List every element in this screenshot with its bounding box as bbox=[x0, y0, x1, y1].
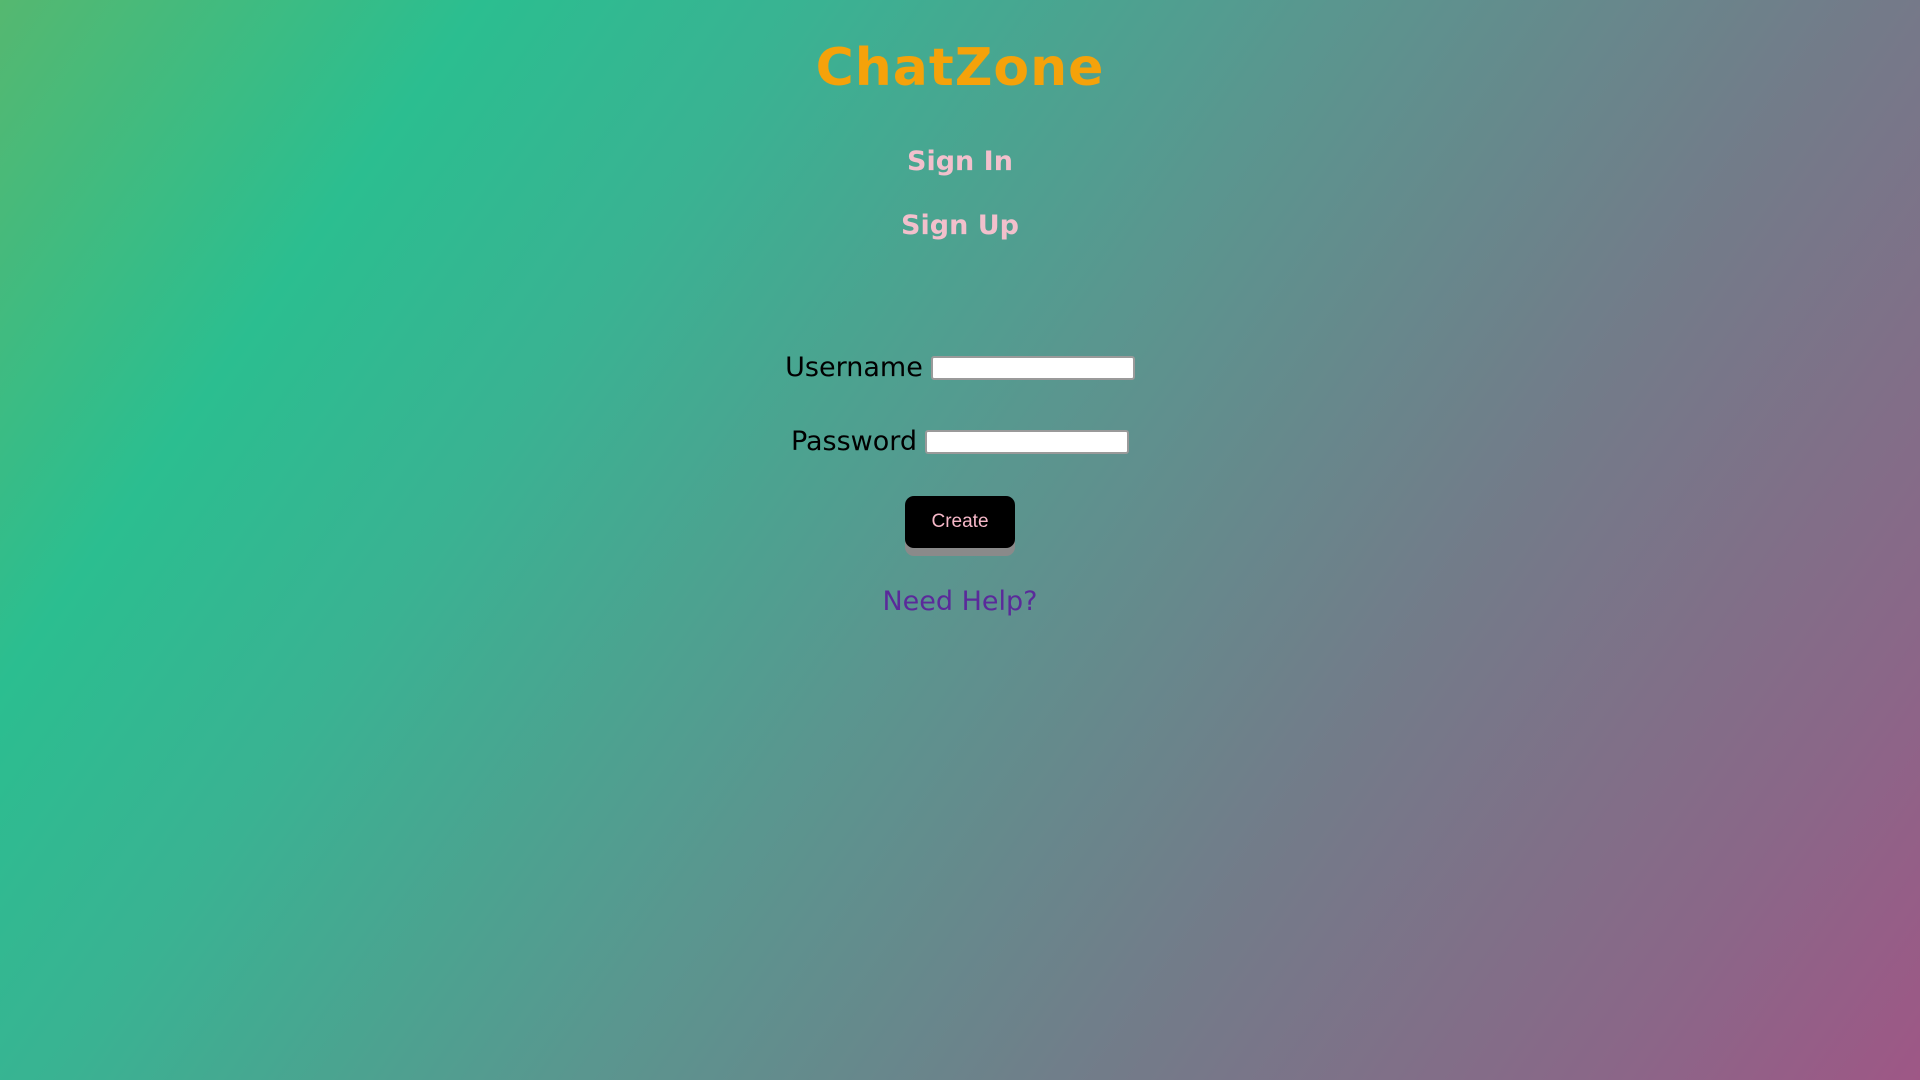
login-page: ChatZone Sign In Sign Up Username Passwo… bbox=[0, 0, 1920, 1080]
app-title: ChatZone bbox=[815, 38, 1105, 98]
need-help-link[interactable]: Need Help? bbox=[0, 586, 1920, 617]
username-row: Username bbox=[0, 352, 1920, 383]
create-button[interactable]: Create bbox=[905, 496, 1015, 548]
username-label: Username bbox=[785, 352, 923, 383]
sign-up-link[interactable]: Sign Up bbox=[0, 210, 1920, 241]
password-input[interactable] bbox=[925, 429, 1130, 454]
password-row: Password bbox=[0, 426, 1920, 457]
sign-in-link[interactable]: Sign In bbox=[0, 146, 1920, 177]
username-input[interactable] bbox=[930, 355, 1135, 380]
password-label: Password bbox=[790, 426, 918, 457]
create-button-container: Create bbox=[0, 496, 1920, 548]
